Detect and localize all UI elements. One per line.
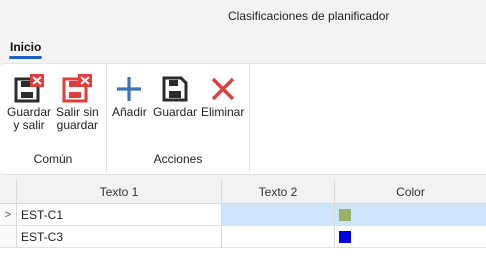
group-label-comun: Común [33, 152, 73, 166]
x-delete-icon [207, 72, 239, 106]
delete-button[interactable]: Eliminar [201, 72, 244, 119]
tab-inicio[interactable]: Inicio [10, 40, 41, 54]
column-header-texto1[interactable]: Texto 1 [17, 180, 222, 204]
cell-texto1[interactable]: EST-C3 [17, 226, 222, 248]
cell-texto2[interactable] [222, 226, 335, 248]
color-swatch [339, 208, 351, 221]
plus-icon [113, 72, 145, 106]
save-close-icon [13, 72, 45, 106]
title-bar: Clasificaciones de planificador [0, 0, 486, 32]
exit-without-saving-button[interactable]: Salir sin guardar [56, 72, 99, 132]
add-label: Añadir [112, 105, 147, 119]
cell-color[interactable] [335, 204, 486, 226]
exit-without-saving-icon [61, 72, 93, 106]
ribbon-group-comun: Guardar y salir Salir sin guardar Común [0, 64, 107, 172]
exit-without-saving-label: Salir sin guardar [56, 105, 99, 132]
cell-texto1[interactable]: EST-C1 [17, 204, 222, 226]
save-and-exit-button[interactable]: Guardar y salir [7, 72, 51, 132]
cell-texto2[interactable] [222, 204, 335, 226]
row-indicator[interactable] [0, 226, 17, 248]
window-title: Clasificaciones de planificador [228, 9, 390, 23]
delete-label: Eliminar [201, 105, 245, 119]
add-button[interactable]: Añadir [112, 72, 147, 119]
grid-empty-area [0, 250, 486, 269]
column-header-color[interactable]: Color [335, 180, 486, 204]
ribbon-group-acciones: Añadir Guardar Eliminar Acciones [107, 64, 250, 172]
row-indicator[interactable]: > [0, 204, 17, 226]
save-and-exit-label: Guardar y salir [7, 105, 52, 132]
data-grid: Texto 1 Texto 2 Color > EST-C1 EST-C3 [0, 180, 486, 250]
save-label: Guardar [153, 105, 198, 119]
save-button[interactable]: Guardar [153, 72, 197, 119]
group-label-acciones: Acciones [153, 152, 203, 166]
row-header-corner [0, 180, 17, 204]
ribbon: Guardar y salir Salir sin guardar Común [0, 63, 486, 175]
column-header-texto2[interactable]: Texto 2 [222, 180, 335, 204]
color-swatch [339, 230, 351, 243]
tab-active-indicator [9, 56, 42, 59]
floppy-disk-icon [159, 72, 191, 106]
cell-color[interactable] [335, 226, 486, 248]
